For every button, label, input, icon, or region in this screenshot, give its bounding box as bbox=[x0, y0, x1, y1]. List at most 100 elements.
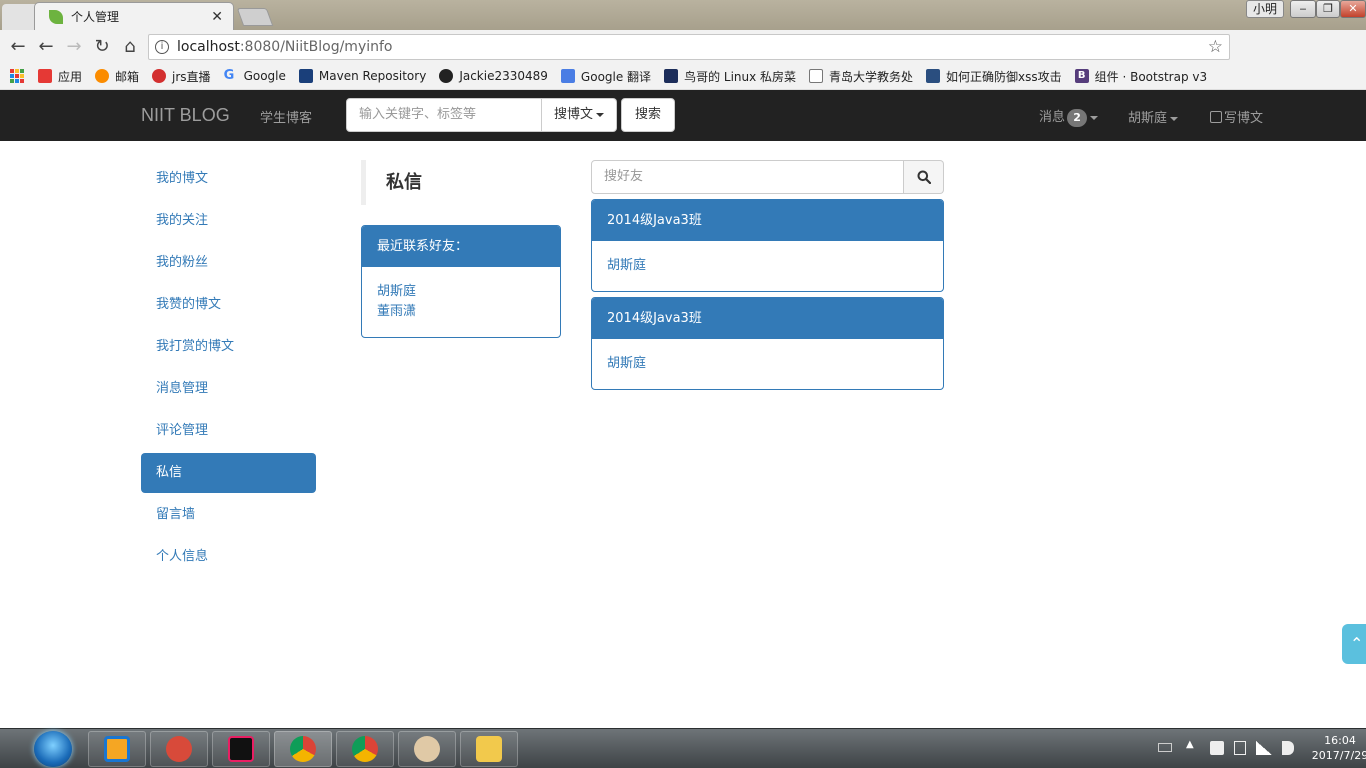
info-icon[interactable]: i bbox=[155, 40, 169, 54]
sidebar-item-message-management[interactable]: 消息管理 bbox=[141, 369, 316, 409]
chevron-up-icon: ⌃ bbox=[1350, 634, 1364, 653]
spring-leaf-icon bbox=[49, 9, 63, 24]
search-input[interactable]: 输入关键字、标签等 bbox=[346, 98, 542, 132]
group-name[interactable]: 2014级Java3班 bbox=[592, 200, 943, 241]
sidebar-item-message-wall[interactable]: 留言墙 bbox=[141, 495, 316, 535]
search-type-dropdown[interactable]: 搜博文 bbox=[542, 98, 617, 132]
friend-search-input[interactable]: 搜好友 bbox=[591, 160, 904, 194]
page-icon bbox=[809, 69, 824, 83]
tab-title: 个人管理 bbox=[71, 10, 120, 24]
taskbar-app-intellij[interactable] bbox=[212, 731, 270, 767]
bookmark-xss[interactable]: 如何正确防御xss攻击 bbox=[926, 68, 1062, 85]
home-icon[interactable]: ⌂ bbox=[116, 30, 144, 63]
bookmark-linux[interactable]: 鸟哥的 Linux 私房菜 bbox=[664, 68, 796, 85]
bookmark-google[interactable]: G Google bbox=[224, 69, 286, 84]
virtualbox-icon bbox=[104, 736, 130, 762]
taskbar-app-chrome[interactable] bbox=[274, 731, 332, 767]
site-navbar: NIIT BLOG 学生博客 输入关键字、标签等 搜博文 搜索 消息 2 胡斯庭 … bbox=[0, 90, 1366, 141]
back-to-top-button[interactable]: ⌃ bbox=[1342, 624, 1366, 664]
write-blog-link[interactable]: 写博文 bbox=[1210, 107, 1263, 126]
nav-student-blog[interactable]: 学生博客 bbox=[260, 107, 312, 126]
tray-clock[interactable]: 16:04 2017/7/29 bbox=[1310, 733, 1366, 763]
sidebar-item-personal-info[interactable]: 个人信息 bbox=[141, 537, 316, 577]
pinned-tab[interactable] bbox=[2, 4, 38, 30]
action-center-icon[interactable] bbox=[1210, 741, 1224, 755]
window-close-button[interactable]: ✕ bbox=[1340, 0, 1366, 18]
bookmark-qdu[interactable]: 青岛大学教务处 bbox=[809, 68, 913, 85]
bookmark-apps[interactable]: 应用 bbox=[38, 68, 82, 85]
url-path: :8080/NiitBlog/myinfo bbox=[239, 39, 393, 55]
caret-down-icon bbox=[1090, 115, 1099, 120]
jrs-icon bbox=[152, 69, 167, 83]
tray-expand-icon[interactable]: ▲ bbox=[1186, 739, 1194, 750]
back-arrow-icon[interactable]: ← bbox=[4, 30, 32, 63]
messages-dropdown[interactable]: 消息 2 bbox=[1039, 106, 1099, 127]
group-panel: 2014级Java3班 胡斯庭 bbox=[591, 297, 944, 390]
group-member-link[interactable]: 胡斯庭 bbox=[607, 354, 928, 374]
taskbar-app-explorer[interactable] bbox=[460, 731, 518, 767]
browser-tab-active[interactable]: 个人管理 ✕ bbox=[34, 2, 234, 30]
bookmark-github[interactable]: Jackie2330489 bbox=[439, 69, 548, 83]
bookmark-jrs[interactable]: jrs直播 bbox=[152, 68, 211, 85]
taskbar-app-snail[interactable] bbox=[150, 731, 208, 767]
start-button[interactable] bbox=[34, 731, 72, 767]
sidebar-item-fans[interactable]: 我的粉丝 bbox=[141, 243, 316, 283]
caret-down-icon bbox=[596, 112, 604, 117]
search-button[interactable]: 搜索 bbox=[621, 98, 675, 132]
taskbar-app-chrome-2[interactable] bbox=[336, 731, 394, 767]
address-bar[interactable]: i localhost:8080/NiitBlog/myinfo ☆ bbox=[148, 34, 1230, 60]
bookmark-bootstrap[interactable]: B 组件 · Bootstrap v3 bbox=[1074, 68, 1207, 85]
reload-icon[interactable]: ↻ bbox=[88, 30, 116, 63]
bookmark-maven[interactable]: Maven Repository bbox=[298, 69, 426, 83]
bookmarks-bar: 应用 邮箱 jrs直播 G Google Maven Repository Jac… bbox=[0, 63, 1366, 90]
contact-link[interactable]: 胡斯庭 bbox=[377, 282, 545, 302]
taskbar-app-paint[interactable] bbox=[398, 731, 456, 767]
close-icon[interactable]: ✕ bbox=[211, 9, 223, 25]
caret-down-icon bbox=[1170, 116, 1179, 121]
sidebar-item-private-messages[interactable]: 私信 bbox=[141, 453, 316, 493]
network-icon[interactable] bbox=[1256, 741, 1272, 755]
friend-search-button[interactable] bbox=[904, 160, 944, 194]
apps-grid-icon[interactable] bbox=[10, 69, 24, 83]
sidebar-item-following[interactable]: 我的关注 bbox=[141, 201, 316, 241]
github-icon bbox=[439, 69, 454, 83]
sidebar-item-my-posts[interactable]: 我的博文 bbox=[141, 159, 316, 199]
new-tab-button[interactable] bbox=[236, 8, 274, 26]
forward-arrow-icon[interactable]: → bbox=[60, 30, 88, 63]
volume-icon[interactable] bbox=[1282, 741, 1294, 755]
maximize-button[interactable]: ❐ bbox=[1316, 0, 1340, 18]
bookmark-google-translate[interactable]: Google 翻译 bbox=[560, 68, 651, 85]
sidebar-item-liked-posts[interactable]: 我赞的博文 bbox=[141, 285, 316, 325]
taskbar-app-virtualbox[interactable] bbox=[88, 731, 146, 767]
search-icon bbox=[917, 170, 931, 184]
sidebar-item-tipped-posts[interactable]: 我打赏的博文 bbox=[141, 327, 316, 367]
keyboard-icon[interactable] bbox=[1158, 743, 1172, 752]
site-brand[interactable]: NIIT BLOG bbox=[141, 105, 230, 126]
browser-tabstrip: 个人管理 ✕ 小明 ‒ ❐ ✕ bbox=[0, 0, 1366, 30]
cnblogs-icon bbox=[926, 69, 941, 83]
user-dropdown[interactable]: 胡斯庭 bbox=[1128, 107, 1179, 126]
group-name[interactable]: 2014级Java3班 bbox=[592, 298, 943, 339]
apps-icon bbox=[38, 69, 52, 83]
window-user-badge[interactable]: 小明 bbox=[1246, 0, 1285, 18]
minimize-button[interactable]: ‒ bbox=[1290, 0, 1316, 18]
star-icon[interactable]: ☆ bbox=[1208, 37, 1223, 57]
folder-icon bbox=[476, 736, 502, 762]
recent-contacts-list: 胡斯庭 董雨潇 bbox=[362, 267, 560, 337]
edit-icon bbox=[1210, 111, 1222, 123]
maven-icon bbox=[298, 69, 313, 83]
sidebar-item-comment-management[interactable]: 评论管理 bbox=[141, 411, 316, 451]
bookmark-mail[interactable]: 邮箱 bbox=[95, 68, 139, 85]
translate-icon bbox=[560, 69, 575, 83]
recent-contacts-heading: 最近联系好友： bbox=[362, 226, 560, 267]
group-member-link[interactable]: 胡斯庭 bbox=[607, 256, 928, 276]
contact-link[interactable]: 董雨潇 bbox=[377, 302, 545, 322]
group-members: 胡斯庭 bbox=[592, 339, 943, 389]
mail-icon bbox=[95, 69, 110, 83]
power-icon[interactable] bbox=[1234, 741, 1246, 755]
back-button-icon[interactable]: ← bbox=[32, 30, 60, 63]
site-search: 输入关键字、标签等 搜博文 搜索 bbox=[346, 98, 675, 132]
clock-date: 2017/7/29 bbox=[1311, 749, 1366, 762]
clock-time: 16:04 bbox=[1324, 734, 1356, 747]
friend-search: 搜好友 bbox=[591, 160, 944, 194]
